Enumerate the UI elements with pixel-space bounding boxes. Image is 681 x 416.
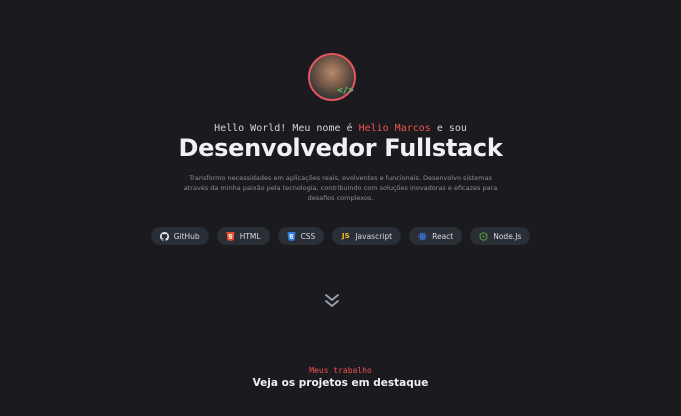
skill-label: HTML	[239, 231, 261, 241]
hello-suffix: e sou	[430, 123, 467, 134]
skill-pill-css[interactable]: CSS	[277, 227, 325, 245]
code-icon: </>	[337, 86, 354, 96]
skill-label: CSS	[300, 231, 316, 241]
css3-icon	[287, 231, 296, 241]
section-tag: Meus trabalho	[309, 366, 372, 375]
react-icon	[418, 232, 427, 241]
hello-name: Helio Marcos	[358, 123, 431, 134]
section-title: Veja os projetos em destaque	[252, 377, 429, 389]
github-icon	[159, 231, 169, 241]
skill-pill-html[interactable]: HTML	[216, 227, 270, 245]
skill-pill-github[interactable]: GitHub	[150, 227, 209, 245]
page-title: Desenvolvedor Fullstack	[178, 134, 503, 162]
js-icon: JS	[342, 232, 350, 240]
skill-label: Javascript	[355, 231, 393, 241]
hero-description: Transformo necessidades em aplicações re…	[183, 174, 498, 202]
html5-icon	[226, 231, 235, 241]
nodejs-icon	[479, 231, 488, 241]
skill-label: GitHub	[173, 231, 200, 241]
chevron-double-down-icon[interactable]	[323, 291, 341, 309]
hello-prefix: Hello World! Meu nome é	[214, 123, 359, 134]
skill-pill-nodejs[interactable]: Node.Js	[470, 227, 531, 245]
skill-pill-javascript[interactable]: JS Javascript	[332, 227, 402, 245]
hello-line: Hello World! Meu nome é Helio Marcos e s…	[0, 123, 681, 134]
skills-list: GitHub HTML CSS JS Javascript React Node…	[0, 227, 681, 245]
skill-pill-react[interactable]: React	[409, 227, 463, 245]
skill-label: Node.Js	[493, 231, 522, 241]
skill-label: React	[432, 231, 454, 241]
